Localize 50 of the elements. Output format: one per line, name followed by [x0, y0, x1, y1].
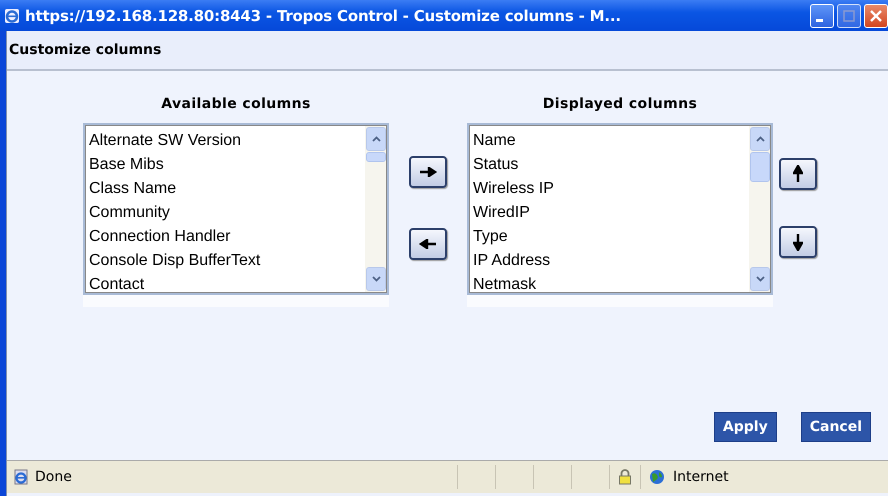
maximize-button[interactable]	[837, 4, 861, 28]
list-item[interactable]: Class Name	[89, 177, 361, 201]
scroll-up-icon	[756, 136, 764, 142]
browser-icon	[4, 8, 20, 24]
add-button[interactable]	[409, 156, 447, 188]
list-item[interactable]: Netmask	[473, 273, 745, 297]
down-arrow-icon	[793, 233, 803, 251]
list-item[interactable]: Status	[473, 153, 745, 177]
scroll-thumb[interactable]	[750, 152, 770, 182]
move-down-button[interactable]	[779, 226, 817, 258]
list-item[interactable]: WiredIP	[473, 201, 745, 225]
left-arrow-icon	[419, 239, 437, 249]
list-item[interactable]: Connection Handler	[89, 225, 361, 249]
list-item[interactable]: Name	[473, 129, 745, 153]
list-item[interactable]: Wireless IP	[473, 177, 745, 201]
security-zone-text: Internet	[673, 469, 729, 485]
move-up-button[interactable]	[779, 158, 817, 190]
lock-icon	[618, 469, 632, 485]
status-text: Done	[35, 469, 72, 485]
close-icon	[870, 10, 882, 22]
displayed-columns-list[interactable]: Name Status Wireless IP WiredIP Type IP Address Netmask	[467, 123, 773, 295]
list-item[interactable]: Contact	[89, 273, 361, 297]
scroll-up-icon	[372, 136, 380, 142]
cancel-button[interactable]: Cancel	[800, 412, 871, 442]
dialog-heading: Customize columns	[7, 31, 888, 71]
list-item[interactable]: Type	[473, 225, 745, 249]
list-item[interactable]: Alternate SW Version	[89, 129, 361, 153]
close-button[interactable]	[864, 4, 888, 28]
globe-icon	[649, 469, 665, 485]
maximize-icon	[843, 10, 855, 22]
list-label: Available columns	[160, 95, 312, 114]
window-title: https://192.168.128.80:8443 - Tropos Control - Customize columns - M...	[25, 6, 621, 24]
scroll-thumb[interactable]	[366, 152, 386, 162]
scrollbar[interactable]	[365, 125, 387, 293]
page-icon	[13, 469, 29, 485]
scroll-down-icon	[372, 276, 380, 282]
right-arrow-icon	[419, 167, 437, 177]
list-item[interactable]: Community	[89, 201, 361, 225]
minimize-icon	[816, 19, 822, 22]
list-label: Displayed columns	[542, 95, 698, 114]
up-arrow-icon	[793, 165, 803, 183]
list-item[interactable]: IP Address	[473, 249, 745, 273]
list-item[interactable]: Console Disp BufferText	[89, 249, 361, 273]
scrollbar[interactable]	[749, 125, 771, 293]
available-columns-list[interactable]: Alternate SW Version Base Mibs Class Name Community Connection Handler Console Disp BufferText Contact	[83, 123, 389, 295]
scroll-down-icon	[756, 276, 764, 282]
remove-button[interactable]	[409, 228, 447, 260]
minimize-button[interactable]	[810, 4, 834, 28]
apply-button[interactable]: Apply	[714, 412, 777, 442]
list-item[interactable]: Base Mibs	[89, 153, 361, 177]
